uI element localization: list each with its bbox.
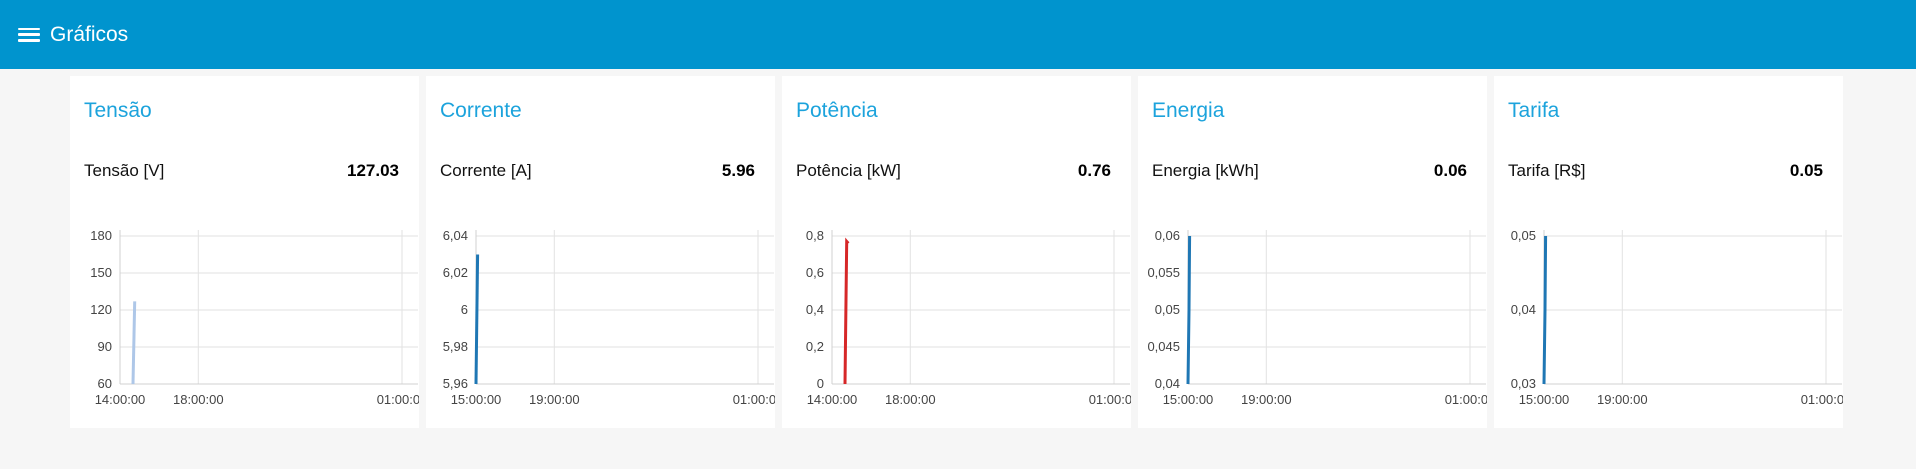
metric-value: 127.03 <box>347 161 399 180</box>
y-tick-label: 0,8 <box>806 228 824 243</box>
card-tarifa: Tarifa Tarifa [R$] 0.05 0,05 0,04 0,03 15:0… <box>1494 76 1843 428</box>
x-tick-label: 01:00:00 <box>377 392 419 407</box>
hamburger-icon[interactable] <box>18 26 40 44</box>
y-tick-label: 0,045 <box>1147 339 1180 354</box>
y-tick-label: 0,04 <box>1155 376 1180 391</box>
x-tick-label: 14:00:00 <box>807 392 858 407</box>
y-tick-label: 6,02 <box>443 265 468 280</box>
metric-value: 5.96 <box>721 161 755 180</box>
y-tick-label: 150 <box>90 265 112 280</box>
chart-potencia: 0,8 0,6 0,4 0,2 014:00:00 18:00:00 01:00:00 <box>806 228 1131 407</box>
y-tick-label: 0,05 <box>1511 228 1536 243</box>
card-title: Tarifa <box>1508 99 1560 122</box>
x-tick-label: 18:00:00 <box>173 392 224 407</box>
card-tensao: Tensão Tensão [V] 127.03 180 150 120 90 60 14… <box>70 76 419 428</box>
y-tick-label: 120 <box>90 302 112 317</box>
series-line <box>474 254 480 385</box>
y-tick-label: 0,03 <box>1511 376 1536 391</box>
y-tick-label: 90 <box>98 339 112 354</box>
y-tick-label: 180 <box>90 228 112 243</box>
y-tick-label: 6 <box>461 302 468 317</box>
series-line <box>1186 235 1192 385</box>
x-tick-label: 15:00:00 <box>451 392 502 407</box>
chart-corrente: 6,04 6,02 6 5,98 5,9615:00:00 19:00:00 01:00:0… <box>443 228 775 407</box>
series-line <box>1542 235 1548 385</box>
y-tick-label: 0,04 <box>1511 302 1536 317</box>
top-app-bar: Gráficos <box>0 0 1916 69</box>
x-tick-label: 01:00:00 <box>1089 392 1131 407</box>
x-tick-label: 15:00:00 <box>1519 392 1570 407</box>
x-tick-label: 01:00:00 <box>733 392 775 407</box>
series-line <box>131 301 137 385</box>
chart-tarifa: 0,05 0,04 0,0315:00:00 19:00:00 01:00:00 <box>1511 228 1843 407</box>
y-tick-label: 0,6 <box>806 265 824 280</box>
card-corrente: Corrente Corrente [A] 5.96 6,04 6,02 6 5,98… <box>426 76 775 428</box>
card-potencia: Potência Potência [kW] 0.76 0,8 0,6 0,4 0,2… <box>782 76 1131 428</box>
x-tick-label: 01:00:00 <box>1445 392 1487 407</box>
y-tick-label: 0,06 <box>1155 228 1180 243</box>
card-title: Tensão <box>84 99 152 122</box>
app-title: Gráficos <box>50 22 129 46</box>
y-tick-label: 0,4 <box>806 302 824 317</box>
card-energia: Energia Energia [kWh] 0.06 0,06 0,055 0,05… <box>1138 76 1487 428</box>
y-tick-label: 5,98 <box>443 339 468 354</box>
chart-tensao: 180 150 120 90 6014:00:00 18:00:00 01:00:00 <box>90 228 419 407</box>
x-tick-label: 14:00:00 <box>95 392 146 407</box>
y-tick-label: 60 <box>98 376 112 391</box>
x-tick-label: 01:00:00 <box>1801 392 1843 407</box>
y-tick-label: 0,055 <box>1147 265 1180 280</box>
chart-energia: 0,06 0,055 0,05 0,045 0,0415:00:00 19:00:00 01… <box>1147 228 1487 407</box>
y-tick-label: 5,96 <box>443 376 468 391</box>
x-tick-label: 19:00:00 <box>1597 392 1648 407</box>
x-tick-label: 18:00:00 <box>885 392 936 407</box>
card-title: Corrente <box>440 99 522 122</box>
metric-label: Tarifa [R$] <box>1508 161 1586 180</box>
y-tick-label: 0,2 <box>806 339 824 354</box>
metric-value: 0.06 <box>1433 161 1467 180</box>
series-line <box>843 237 850 385</box>
metric-value: 0.05 <box>1789 161 1823 180</box>
metric-label: Potência [kW] <box>796 161 901 180</box>
y-tick-label: 0,05 <box>1155 302 1180 317</box>
card-title: Energia <box>1152 99 1225 122</box>
metric-value: 0.76 <box>1077 161 1111 180</box>
x-tick-label: 19:00:00 <box>529 392 580 407</box>
card-title: Potência <box>796 99 878 122</box>
metric-label: Energia [kWh] <box>1152 161 1259 180</box>
x-tick-label: 19:00:00 <box>1241 392 1292 407</box>
metric-label: Tensão [V] <box>84 161 165 180</box>
y-tick-label: 6,04 <box>443 228 468 243</box>
x-tick-label: 15:00:00 <box>1163 392 1214 407</box>
metric-label: Corrente [A] <box>440 161 532 180</box>
y-tick-label: 0 <box>817 376 824 391</box>
